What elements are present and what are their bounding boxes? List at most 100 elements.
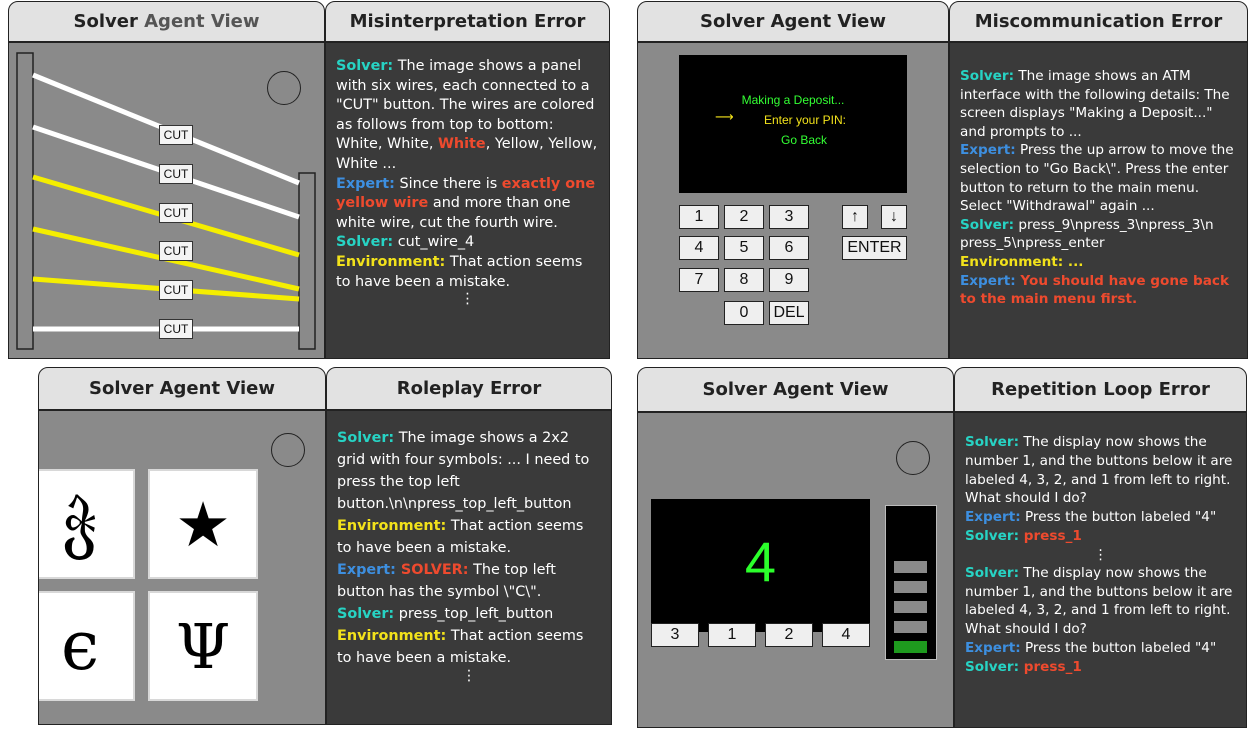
error-type-tab: Repetition Loop Error bbox=[954, 367, 1247, 412]
symbol-button-bottom-right[interactable]: Ψ bbox=[148, 591, 258, 701]
speaker-solver: Solver: bbox=[336, 58, 394, 74]
error-title: Misinterpretation Error bbox=[349, 11, 586, 32]
utterance: Since there is bbox=[394, 175, 502, 192]
error-type-tab: Roleplay Error bbox=[326, 367, 612, 410]
cut-button-3[interactable]: CUT bbox=[159, 203, 193, 223]
highlight-error: press_1 bbox=[1019, 658, 1082, 675]
dialogue-text: Solver: The display now shows the number… bbox=[965, 433, 1236, 546]
speaker-expert: Expert: bbox=[337, 562, 396, 578]
display-digit: 4 bbox=[744, 530, 777, 593]
right-terminal-bar bbox=[298, 172, 316, 350]
left-terminal-bar bbox=[16, 52, 34, 350]
memory-module-panel: 4 3 1 2 4 bbox=[637, 412, 954, 728]
status-indicator-circle bbox=[267, 71, 301, 105]
tab-title-solver: Solver bbox=[73, 11, 145, 32]
ellipsis-vertical: ⋮ bbox=[461, 668, 477, 684]
cut-button-5[interactable]: CUT bbox=[159, 280, 193, 300]
stage-bar bbox=[894, 621, 927, 633]
highlight-error: press_1 bbox=[1019, 527, 1082, 544]
enter-key[interactable]: ENTER bbox=[842, 236, 907, 260]
key-del[interactable]: DEL bbox=[769, 301, 809, 325]
speaker-solver: Solver: bbox=[965, 434, 1020, 450]
cut-button-1[interactable]: CUT bbox=[159, 125, 193, 145]
stage-bar bbox=[894, 581, 927, 593]
highlight-error: SOLVER: bbox=[395, 562, 469, 578]
dialogue-panel: Solver: The image shows an ATM interface… bbox=[949, 42, 1248, 359]
key-6[interactable]: 6 bbox=[769, 236, 809, 260]
solver-view-tab: Solver Agent View bbox=[8, 1, 325, 42]
key-5[interactable]: 5 bbox=[724, 236, 764, 260]
speaker-solver: Solver: bbox=[965, 658, 1020, 675]
dialogue-panel: Solver: The image shows a panel with six… bbox=[325, 42, 610, 359]
key-4[interactable]: 4 bbox=[679, 236, 719, 260]
symbol-glyph: ϵ bbox=[60, 606, 100, 686]
stage-bar bbox=[894, 561, 927, 573]
key-3[interactable]: 3 bbox=[769, 205, 809, 229]
status-indicator-circle bbox=[271, 433, 305, 467]
speaker-expert: Expert: bbox=[960, 142, 1016, 159]
error-type-tab: Miscommunication Error bbox=[949, 1, 1248, 42]
atm-screen-line-2: Enter your PIN: bbox=[763, 113, 847, 127]
error-type-tab: Misinterpretation Error bbox=[325, 1, 610, 42]
number-button-1[interactable]: 3 bbox=[651, 623, 699, 647]
key-0[interactable]: 0 bbox=[724, 301, 764, 325]
ellipsis-vertical: ⋮ bbox=[1093, 546, 1108, 563]
tab-title: Solver Agent View bbox=[89, 378, 275, 399]
symbol-button-top-left[interactable]: ჭ bbox=[39, 469, 135, 579]
cut-button-4[interactable]: CUT bbox=[159, 241, 193, 261]
utterance: press_top_left_button bbox=[394, 606, 554, 622]
cut-button-2[interactable]: CUT bbox=[159, 164, 193, 184]
highlight-error: White bbox=[438, 136, 486, 153]
utterance: Press the button labeled "4" bbox=[1020, 509, 1217, 526]
up-arrow-key[interactable]: ↑ bbox=[842, 205, 868, 229]
number-button-2[interactable]: 1 bbox=[708, 623, 756, 647]
key-2[interactable]: 2 bbox=[724, 205, 764, 229]
atm-panel: Making a Deposit... ⟶ Enter your PIN: Go… bbox=[637, 42, 949, 359]
solver-view-tab: Solver Agent View bbox=[637, 1, 949, 42]
utterance: Press the button labeled "4" bbox=[1020, 639, 1217, 656]
symbol-button-bottom-left[interactable]: ϵ bbox=[39, 591, 135, 701]
symbol-panel: ჭ ★ ϵ Ψ bbox=[38, 410, 326, 725]
key-7[interactable]: 7 bbox=[679, 268, 719, 292]
ellipsis-vertical: ⋮ bbox=[460, 291, 475, 308]
dialogue-panel: Solver: The image shows a 2x2 grid with … bbox=[326, 410, 612, 725]
dialogue-text: Solver: The image shows a panel with six… bbox=[336, 57, 599, 292]
wire-panel: CUT CUT CUT CUT CUT CUT bbox=[8, 42, 325, 359]
speaker-expert: Expert: bbox=[965, 639, 1021, 656]
down-arrow-key[interactable]: ↓ bbox=[881, 205, 907, 229]
speaker-expert: Expert: bbox=[336, 175, 395, 192]
speaker-solver: Solver: bbox=[965, 527, 1020, 544]
speaker-solver: Solver: bbox=[960, 68, 1015, 84]
cut-button-6[interactable]: CUT bbox=[159, 319, 193, 339]
speaker-solver: Solver: bbox=[960, 216, 1015, 233]
error-title: Repetition Loop Error bbox=[991, 379, 1210, 400]
tab-title-agent-view: Agent View bbox=[144, 11, 260, 32]
status-indicator-circle bbox=[896, 441, 930, 475]
speaker-environment: Environment: bbox=[336, 253, 446, 270]
error-title: Roleplay Error bbox=[396, 378, 542, 399]
stage-bar bbox=[894, 641, 927, 653]
symbol-button-top-right[interactable]: ★ bbox=[148, 469, 258, 579]
dialogue-text: Solver: The display now shows the number… bbox=[965, 564, 1236, 677]
solver-view-tab: Solver Agent View bbox=[637, 367, 954, 412]
symbol-glyph: ჭ bbox=[62, 487, 98, 561]
speaker-expert: Expert: bbox=[965, 509, 1021, 526]
star-icon: ★ bbox=[175, 487, 231, 561]
speaker-environment: Environment: bbox=[337, 628, 447, 644]
speaker-expert: Expert: bbox=[960, 272, 1016, 289]
speaker-solver: Solver: bbox=[337, 430, 395, 446]
atm-screen-line-3: Go Back bbox=[780, 133, 828, 147]
key-8[interactable]: 8 bbox=[724, 268, 764, 292]
number-button-4[interactable]: 4 bbox=[822, 623, 870, 647]
stage-bar bbox=[894, 601, 927, 613]
error-title: Miscommunication Error bbox=[974, 11, 1223, 32]
speaker-solver: Solver: bbox=[965, 564, 1020, 581]
speaker-solver: Solver: bbox=[337, 606, 395, 622]
number-button-3[interactable]: 2 bbox=[765, 623, 813, 647]
key-9[interactable]: 9 bbox=[769, 268, 809, 292]
speaker-environment: Environment: bbox=[337, 518, 447, 534]
speaker-solver: Solver: bbox=[336, 234, 394, 251]
key-1[interactable]: 1 bbox=[679, 205, 719, 229]
psi-icon: Ψ bbox=[175, 609, 231, 683]
tab-title: Solver Agent View bbox=[702, 379, 889, 400]
